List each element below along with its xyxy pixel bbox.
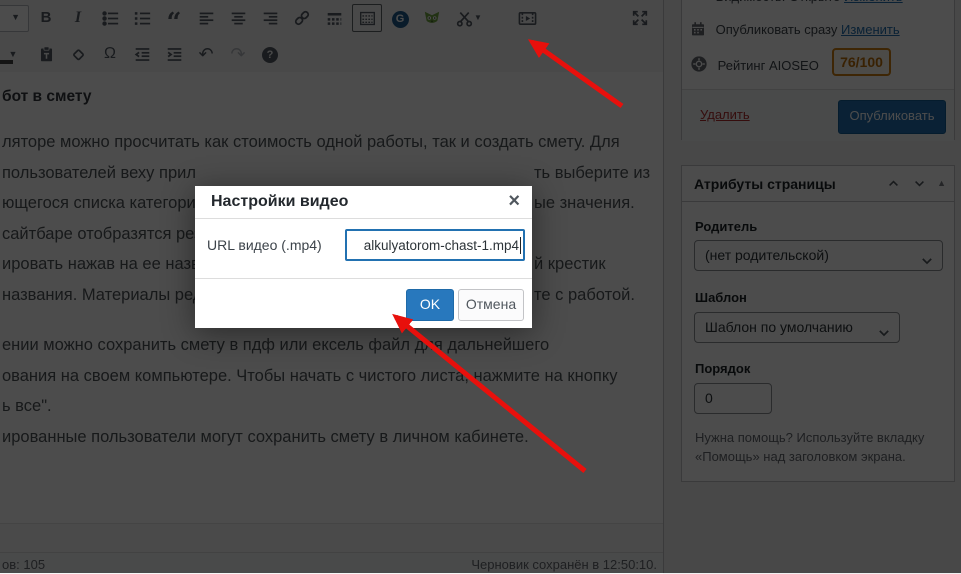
modal-title: Настройки видео	[211, 193, 349, 210]
cancel-button[interactable]: Отмена	[458, 289, 524, 321]
modal-footer: OK Отмена	[195, 278, 532, 328]
ok-button[interactable]: OK	[406, 289, 454, 321]
text-cursor	[520, 236, 521, 254]
video-url-value: alkulyatorom-chast-1.mp4	[363, 237, 519, 253]
video-settings-modal: Настройки видео × URL видео (.mp4) alkul…	[195, 186, 532, 328]
modal-header: Настройки видео ×	[195, 186, 532, 219]
video-url-input[interactable]: alkulyatorom-chast-1.mp4	[345, 229, 525, 261]
url-label: URL видео (.mp4)	[207, 237, 322, 253]
close-icon[interactable]: ×	[508, 190, 520, 213]
